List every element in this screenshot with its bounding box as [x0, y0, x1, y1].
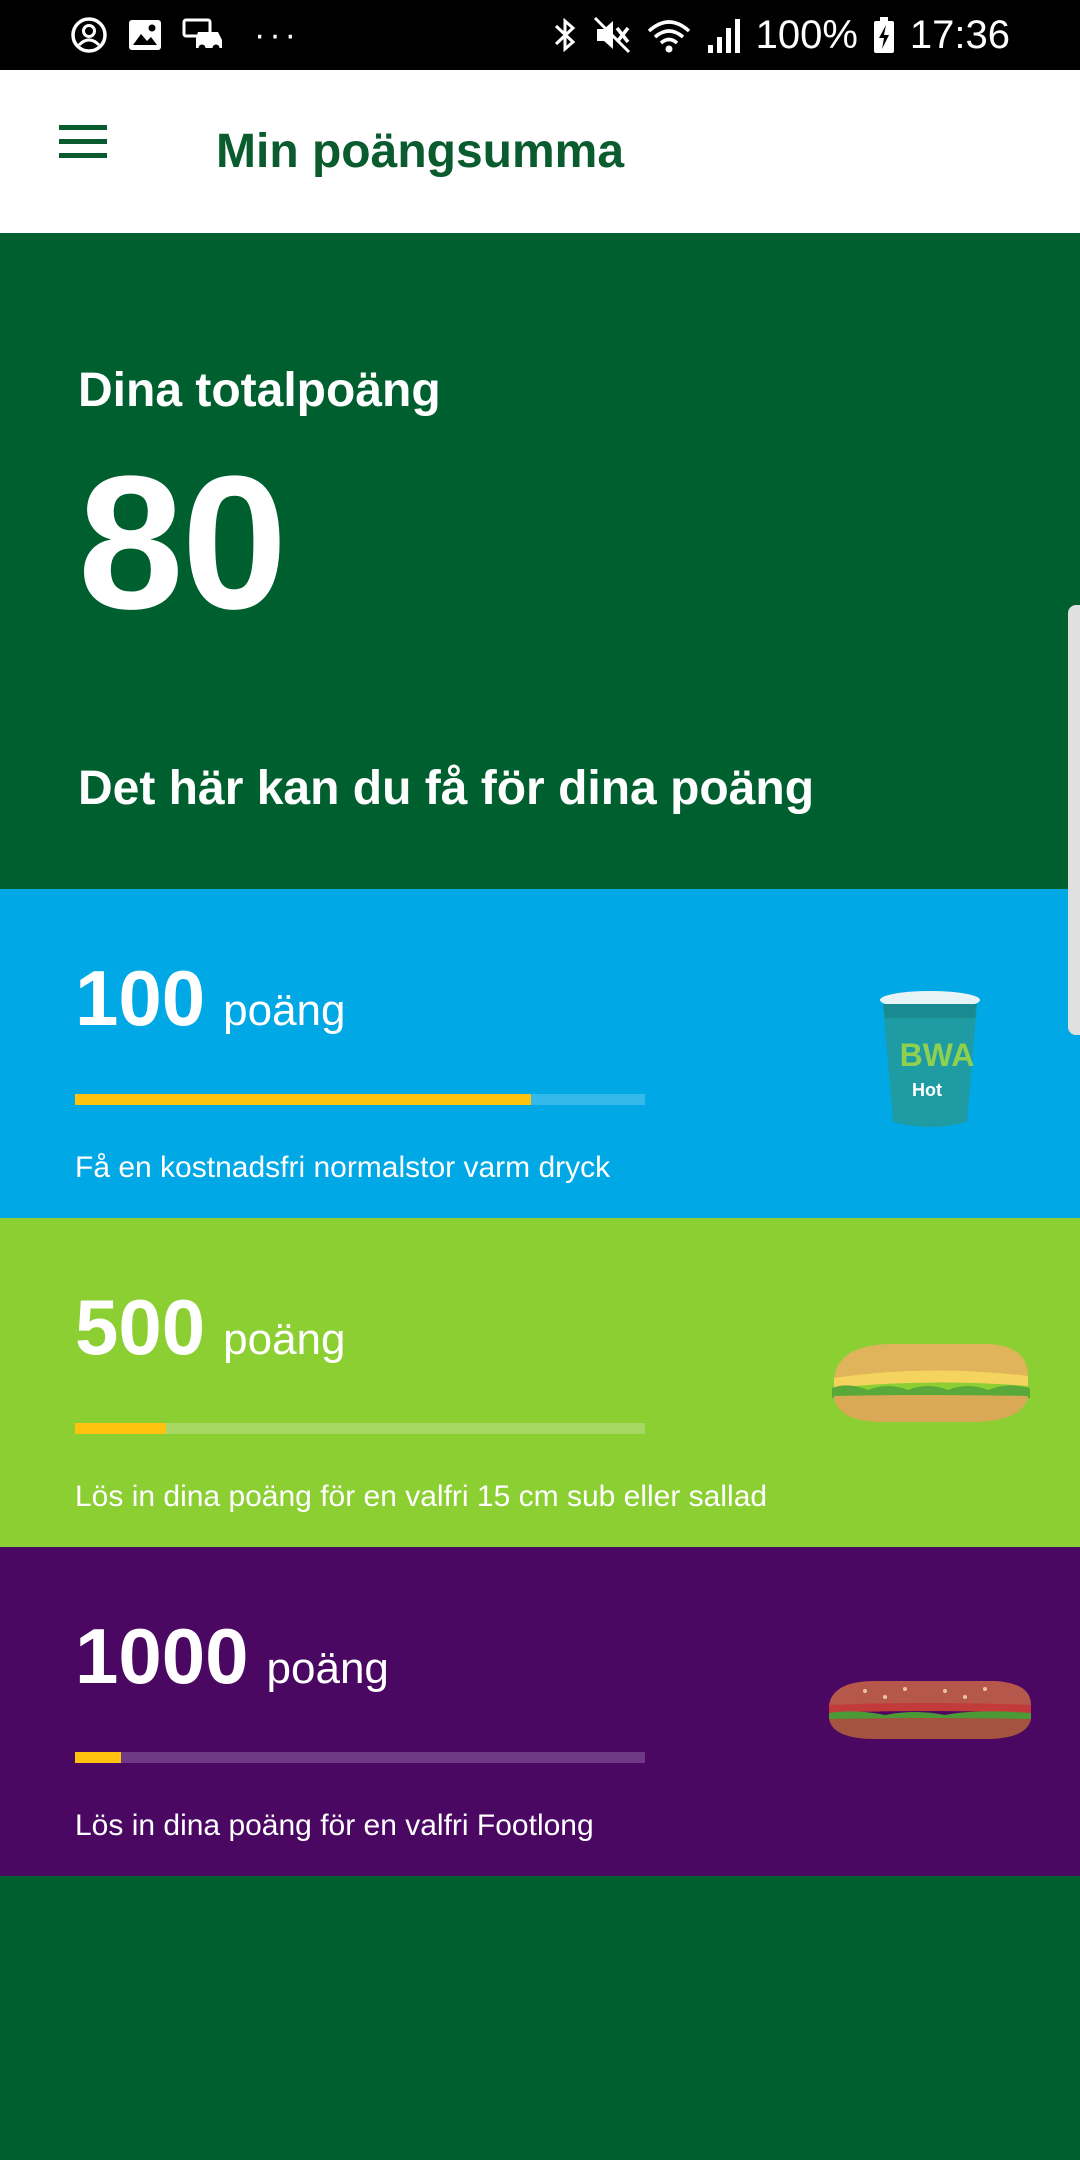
- cup-hot-label: Hot: [912, 1080, 942, 1100]
- battery-charging-icon: [872, 15, 896, 55]
- account-icon: [70, 16, 108, 54]
- more-notifications-icon: ···: [254, 15, 300, 54]
- status-bar-right: 100% 17:36: [552, 0, 1010, 70]
- hot-drink-cup-image: BWA Hot: [875, 984, 985, 1134]
- reward-card-sub[interactable]: 500 poäng Lös in dina poäng för en valfr…: [0, 1218, 1080, 1547]
- reward-description: Få en kostnadsfri normalstor varm dryck: [75, 1151, 611, 1184]
- total-points-label: Dina totalpoäng: [78, 364, 441, 417]
- reward-points-unit: poäng: [223, 986, 346, 1035]
- reward-progress-bar: [75, 1094, 645, 1105]
- reward-points-unit: poäng: [223, 1315, 346, 1364]
- reward-points-value: 500: [75, 1283, 206, 1371]
- status-bar: ··· 100% 17:36: [0, 0, 1080, 70]
- menu-button[interactable]: [50, 110, 116, 176]
- page-title: Min poängsumma: [216, 125, 625, 178]
- battery-percentage: 100%: [755, 12, 858, 57]
- reward-points-value: 100: [75, 954, 206, 1042]
- reward-points: 100 poäng: [75, 959, 346, 1037]
- rewards-heading: Det här kan du få för dina poäng: [78, 762, 815, 815]
- footlong-sandwich-image: [825, 1677, 1035, 1743]
- total-points-value: 80: [78, 437, 287, 649]
- reward-card-drink[interactable]: 100 poäng Få en kostnadsfri normalstor v…: [0, 889, 1080, 1218]
- scroll-handle[interactable]: [1068, 605, 1080, 1035]
- wifi-icon: [646, 15, 692, 55]
- reward-progress-bar: [75, 1752, 645, 1763]
- hamburger-icon: [59, 121, 107, 166]
- app-bar: Min poängsumma: [0, 70, 1080, 233]
- reward-progress-bar: [75, 1423, 645, 1434]
- mute-icon: [592, 15, 632, 55]
- sub-sandwich-image: [828, 1338, 1033, 1428]
- reward-points: 500 poäng: [75, 1288, 346, 1366]
- points-summary: Dina totalpoäng 80 Det här kan du få för…: [0, 233, 1080, 889]
- reward-points: 1000 poäng: [75, 1617, 389, 1695]
- signal-icon: [706, 15, 742, 55]
- reward-card-footlong[interactable]: 1000 poäng Lös in dina poäng för en valf…: [0, 1547, 1080, 1876]
- reward-description: Lös in dina poäng för en valfri Footlong: [75, 1809, 594, 1842]
- gallery-icon: [126, 16, 164, 54]
- clock: 17:36: [909, 12, 1010, 57]
- reward-progress-fill: [75, 1752, 121, 1763]
- reward-description: Lös in dina poäng för en valfri 15 cm su…: [75, 1480, 768, 1513]
- status-bar-left: ···: [70, 0, 300, 70]
- driving-mode-icon: [182, 16, 226, 54]
- reward-points-value: 1000: [75, 1612, 249, 1700]
- reward-points-unit: poäng: [266, 1644, 389, 1693]
- cup-brand-text: BWA: [900, 1037, 975, 1073]
- bluetooth-icon: [552, 15, 578, 55]
- reward-progress-fill: [75, 1094, 531, 1105]
- reward-progress-fill: [75, 1423, 167, 1434]
